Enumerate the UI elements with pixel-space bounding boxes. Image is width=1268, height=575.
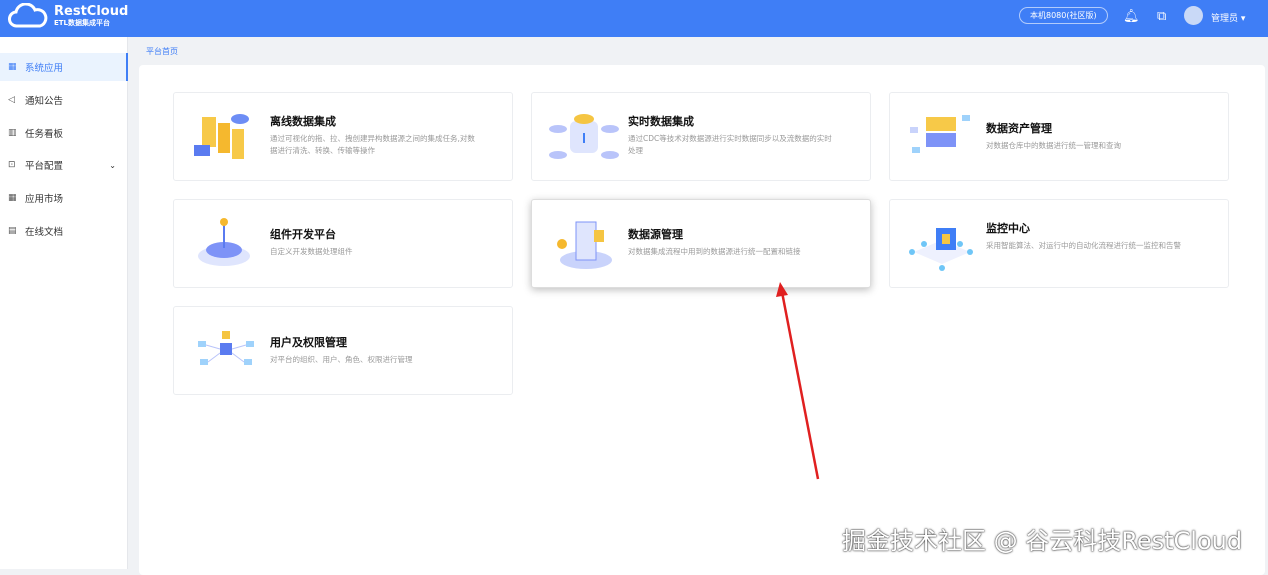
cloud-logo-icon xyxy=(8,3,48,28)
breadcrumb[interactable]: 平台首页 xyxy=(146,46,178,57)
datasource-illustration-icon xyxy=(557,221,612,269)
terminal-icon: ⊡ xyxy=(8,160,16,170)
card-description: 通过可视化的拖、拉、拽创建异构数据源之间的集成任务,对数据进行清洗、转换、传输等… xyxy=(270,134,475,155)
etl-illustration-icon xyxy=(194,114,249,159)
app-card-offline-integration[interactable]: 离线数据集成 通过可视化的拖、拉、拽创建异构数据源之间的集成任务,对数据进行清洗… xyxy=(173,92,513,181)
sidebar-item-label: 任务看板 xyxy=(25,129,64,140)
sidebar-item-label: 平台配置 xyxy=(25,161,64,172)
sidebar-item-app-market[interactable]: ▦ 应用市场 xyxy=(0,184,128,212)
sidebar-item-system-apps[interactable]: ▦ 系统应用 xyxy=(0,53,128,81)
component-dev-illustration-icon xyxy=(198,218,250,266)
card-description: 通过CDC等技术对数据源进行实时数据同步以及流数据的实时处理 xyxy=(628,134,832,155)
sidebar-item-label: 系统应用 xyxy=(25,63,64,74)
card-description: 自定义开发数据处理组件 xyxy=(270,247,353,256)
card-title: 数据源管理 xyxy=(628,228,683,241)
realtime-illustration-icon xyxy=(549,114,619,159)
share-icon[interactable]: ⧉ xyxy=(1157,9,1166,24)
data-assets-illustration-icon xyxy=(910,115,970,153)
apps-icon: ▦ xyxy=(8,193,17,203)
app-card-component-dev[interactable]: 组件开发平台 自定义开发数据处理组件 xyxy=(173,199,513,288)
sidebar-item-online-docs[interactable]: ▤ 在线文档 xyxy=(0,217,128,245)
card-title: 实时数据集成 xyxy=(628,115,694,128)
avatar[interactable] xyxy=(1184,6,1203,25)
card-title: 组件开发平台 xyxy=(270,228,336,241)
card-title: 数据资产管理 xyxy=(986,122,1052,135)
sidebar-item-label: 应用市场 xyxy=(25,194,64,205)
user-permissions-illustration-icon xyxy=(198,331,254,365)
chevron-down-icon: ⌄ xyxy=(109,160,116,170)
document-icon: ▤ xyxy=(8,226,17,236)
sidebar: ▦ 系统应用 ◁ 通知公告 ▥ 任务看板 ⊡ 平台配置 ⌄ ▦ 应用市场 ▤ 在线文档 xyxy=(0,37,128,569)
environment-badge[interactable]: 本机8080(社区版) xyxy=(1019,7,1108,24)
app-card-data-assets[interactable]: 数据资产管理 对数据仓库中的数据进行统一管理和查询 xyxy=(889,92,1229,181)
watermark: 掘金技术社区 @ 谷云科技RestCloud xyxy=(842,527,1243,555)
card-title: 离线数据集成 xyxy=(270,115,336,128)
grid-icon: ▦ xyxy=(8,62,17,72)
sidebar-item-task-board[interactable]: ▥ 任务看板 xyxy=(0,119,128,147)
megaphone-icon: ◁ xyxy=(8,95,15,105)
app-card-datasource-management[interactable]: 数据源管理 对数据集成流程中用到的数据源进行统一配置和链接 xyxy=(531,199,871,288)
sidebar-item-platform-config[interactable]: ⊡ 平台配置 ⌄ xyxy=(0,151,128,179)
bell-icon[interactable]: 🔔︎ xyxy=(1123,9,1140,24)
app-card-monitoring-center[interactable]: 监控中心 采用智能算法、对运行中的自动化流程进行统一监控和告警 xyxy=(889,199,1229,288)
sidebar-item-label: 通知公告 xyxy=(25,96,64,107)
card-description: 对数据仓库中的数据进行统一管理和查询 xyxy=(986,141,1121,150)
sidebar-item-label: 在线文档 xyxy=(25,227,64,238)
card-description: 采用智能算法、对运行中的自动化流程进行统一监控和告警 xyxy=(986,241,1181,250)
card-title: 用户及权限管理 xyxy=(270,336,347,349)
board-icon: ▥ xyxy=(8,128,17,138)
brand-subtitle: ETL数据集成平台 xyxy=(54,18,111,27)
app-card-realtime-integration[interactable]: 实时数据集成 通过CDC等技术对数据源进行实时数据同步以及流数据的实时处理 xyxy=(531,92,871,181)
top-bar: RestCloud ETL数据集成平台 本机8080(社区版) 🔔︎ ⧉ 管理员… xyxy=(0,0,1268,37)
monitor-illustration-icon xyxy=(909,228,973,271)
brand-name: RestCloud xyxy=(54,3,129,19)
user-name: 管理员 xyxy=(1211,14,1239,24)
card-description: 对数据集成流程中用到的数据源进行统一配置和链接 xyxy=(628,247,801,256)
card-title: 监控中心 xyxy=(986,222,1030,235)
logo[interactable]: RestCloud ETL数据集成平台 xyxy=(8,3,128,29)
user-menu[interactable]: 管理员 ▾ xyxy=(1211,11,1245,24)
app-card-user-permissions[interactable]: 用户及权限管理 对平台的组织、用户、角色、权限进行管理 xyxy=(173,306,513,395)
card-description: 对平台的组织、用户、角色、权限进行管理 xyxy=(270,355,413,364)
sidebar-item-notices[interactable]: ◁ 通知公告 xyxy=(0,86,128,114)
